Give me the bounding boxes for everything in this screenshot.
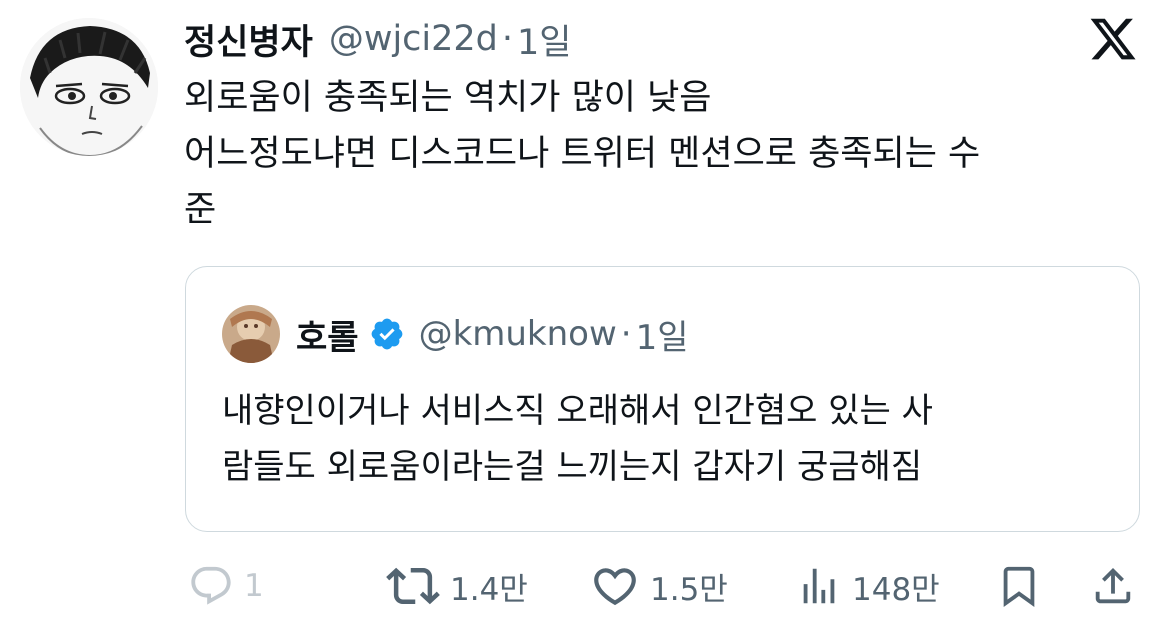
heart-icon: [594, 568, 636, 606]
reply-button[interactable]: 1: [188, 558, 264, 614]
views-button[interactable]: 148만: [796, 558, 940, 614]
author-display-name[interactable]: 정신병자: [184, 14, 313, 65]
reply-count: 1: [244, 568, 264, 604]
quoted-text-line: 내향인이거나 서비스직 오래해서 인간혐오 있는 사: [222, 391, 933, 431]
tweet-header: 정신병자 @wjci22d · 1일: [184, 14, 572, 64]
retweet-icon: [386, 567, 440, 605]
view-count: 148만: [852, 571, 940, 608]
quoted-tweet-time[interactable]: 1일: [636, 310, 689, 359]
share-icon: [1095, 567, 1131, 604]
tweet-text: 외로움이 충족되는 역치가 많이 낮음 어느정도냐면 디스코드나 트위터 멘션으…: [184, 70, 1144, 238]
avatar-image: [20, 18, 158, 156]
quoted-tweet-card[interactable]: 호롤 @kmuknow · 1일 내향인이거나 서비스직 오래해서 인간혐오 있…: [185, 266, 1140, 532]
like-count: 1.5만: [650, 571, 728, 608]
quoted-author-avatar[interactable]: [222, 305, 280, 363]
x-logo-icon: [1088, 14, 1138, 64]
author-handle[interactable]: @wjci22d: [329, 19, 498, 59]
quoted-author-handle[interactable]: @kmuknow: [419, 314, 617, 354]
tweet-text-line: 외로움이 충족되는 역치가 많이 낮음: [184, 78, 712, 118]
bookmark-button[interactable]: [996, 558, 1042, 614]
reply-icon: [191, 566, 231, 605]
action-bar: 1 1.4만 1.5만 148만: [0, 558, 1170, 614]
quoted-text-line: 람들도 외로움이라는걸 느끼는지 갑자기 궁금해짐: [222, 447, 923, 487]
quoted-avatar-image: [222, 305, 280, 363]
views-icon: [803, 568, 835, 604]
separator-dot: ·: [501, 19, 514, 59]
bookmark-icon: [1003, 566, 1035, 607]
tweet-text-line: 준: [184, 190, 217, 230]
quoted-tweet-text: 내향인이거나 서비스직 오래해서 인간혐오 있는 사 람들도 외로움이라는걸 느…: [222, 383, 1122, 495]
retweet-button[interactable]: 1.4만: [386, 558, 528, 614]
verified-badge-icon: [369, 316, 405, 352]
tweet-text-line: 어느정도냐면 디스코드나 트위터 멘션으로 충족되는 수: [184, 134, 981, 174]
separator-dot: ·: [620, 314, 632, 354]
like-button[interactable]: 1.5만: [590, 558, 728, 614]
share-button[interactable]: [1090, 558, 1136, 614]
quoted-tweet-header: 호롤 @kmuknow · 1일: [296, 309, 689, 359]
author-avatar[interactable]: [20, 18, 158, 156]
tweet-time[interactable]: 1일: [517, 14, 571, 65]
quoted-author-display-name[interactable]: 호롤: [296, 310, 359, 359]
retweet-count: 1.4만: [450, 571, 528, 608]
